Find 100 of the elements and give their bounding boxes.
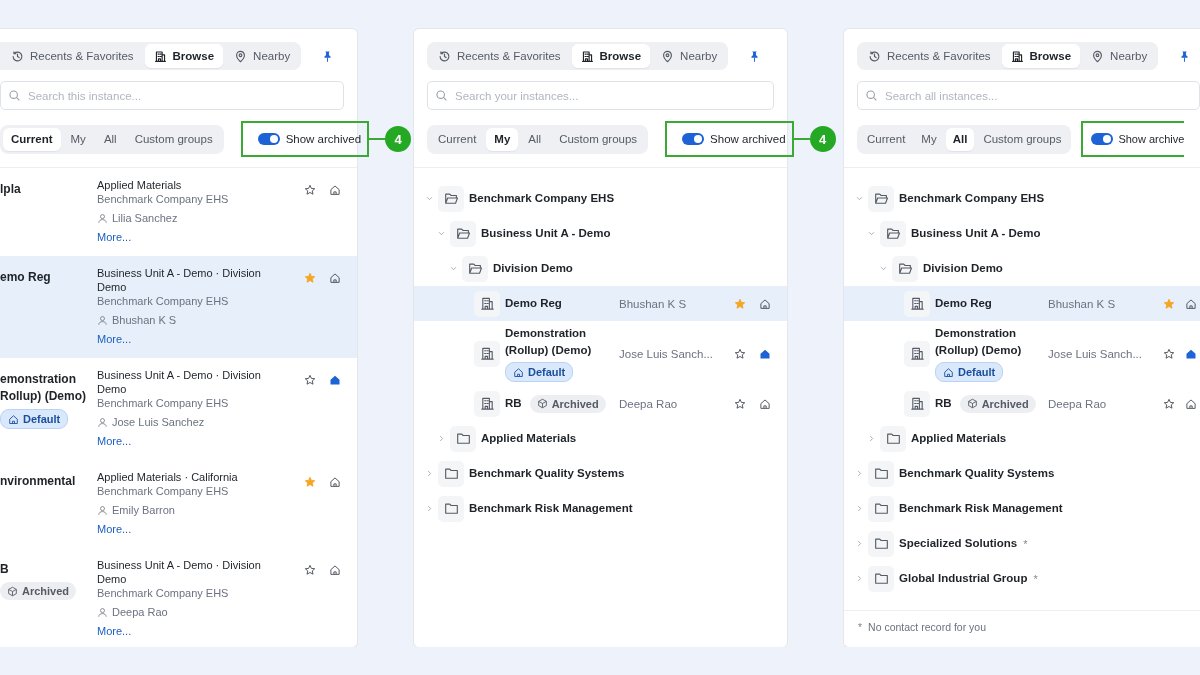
scope-option[interactable]: Current: [860, 127, 913, 151]
house-icon[interactable]: [759, 397, 771, 410]
star-icon[interactable]: [304, 272, 316, 284]
tree-row[interactable]: Business Unit A - Demo: [844, 216, 1200, 251]
site-path: Applied Materials · California: [97, 470, 239, 484]
scope-option[interactable]: All: [520, 127, 550, 151]
tab[interactable]: Browse: [144, 44, 224, 68]
tree-row[interactable]: Benchmark Risk Management: [414, 491, 787, 526]
more-link[interactable]: More...: [97, 522, 132, 536]
tree-row[interactable]: Specialized Solutions *: [844, 526, 1200, 561]
tree-item-name: Benchmark Risk Management: [469, 501, 633, 516]
toggle-switch[interactable]: [1091, 133, 1114, 145]
tree-item-name: RB: [935, 396, 952, 411]
tab[interactable]: Nearby: [225, 44, 300, 68]
house-icon[interactable]: [759, 297, 771, 310]
tree-item-name: Benchmark Quality Systems: [899, 466, 1055, 481]
toggle-switch[interactable]: [257, 133, 280, 145]
house-icon[interactable]: [329, 184, 341, 196]
contact-name: Jose Luis Sanchez: [112, 415, 205, 429]
tree-row[interactable]: Applied Materials: [844, 421, 1200, 456]
toggle-switch[interactable]: [682, 133, 705, 145]
search-icon: [865, 89, 878, 102]
search-field[interactable]: Search this instance...: [0, 81, 344, 110]
folder-icon: [868, 565, 894, 592]
open-folder-icon: [438, 185, 464, 212]
footnote-mark: *: [858, 621, 863, 633]
more-link[interactable]: More...: [97, 624, 132, 638]
tree-row[interactable]: Demonstration (Rollup) (Demo) Default Jose Luis Sanch...: [844, 321, 1200, 386]
tree-row[interactable]: Benchmark Quality Systems: [414, 456, 787, 491]
scope-option[interactable]: All: [945, 127, 975, 151]
tree-row[interactable]: Benchmark Company EHS: [414, 181, 787, 216]
tree-row[interactable]: Business Unit A - Demo: [414, 216, 787, 251]
scope-option[interactable]: Current: [3, 127, 61, 151]
search-icon: [435, 89, 448, 102]
star-icon[interactable]: [1163, 297, 1175, 310]
search-field[interactable]: Search all instances...: [857, 81, 1200, 110]
tree-row[interactable]: Division Demo: [414, 251, 787, 286]
list-row[interactable]: emo Reg Business Unit A - Demo · Division Demo Benchmark Company EHS Bhushan K S More...: [0, 256, 357, 358]
star-icon[interactable]: [734, 347, 746, 360]
tree-row[interactable]: RB Archived Deepa Rao: [844, 386, 1200, 421]
badge-label: Archived: [22, 585, 70, 597]
tab[interactable]: Recents & Favorites: [429, 44, 570, 68]
tree-row[interactable]: Demo Reg Bhushan K S: [844, 286, 1200, 321]
search-field[interactable]: Search your instances...: [427, 81, 774, 110]
tree-row[interactable]: Benchmark Company EHS: [844, 181, 1200, 216]
tree-row[interactable]: RB Archived Deepa Rao: [414, 386, 787, 421]
scope-option[interactable]: Current: [430, 127, 485, 151]
tree-item-name: Benchmark Company EHS: [899, 191, 1045, 206]
site-path: Business Unit A - Demo · Division Demo: [97, 558, 262, 586]
tree-row[interactable]: Benchmark Quality Systems: [844, 456, 1200, 491]
scope-option[interactable]: Custom groups: [551, 127, 646, 151]
house-icon[interactable]: [329, 564, 341, 576]
tab[interactable]: Recents & Favorites: [2, 44, 143, 68]
tree-row[interactable]: Division Demo: [844, 251, 1200, 286]
tab[interactable]: Nearby: [652, 44, 727, 68]
tree-row[interactable]: Global Industrial Group *: [844, 561, 1200, 596]
badge-label: Default: [958, 366, 996, 378]
tree-row[interactable]: Demonstration (Rollup) (Demo) Default Jose Luis Sanch...: [414, 321, 787, 386]
star-icon[interactable]: [734, 397, 746, 410]
more-link[interactable]: More...: [97, 332, 132, 346]
site-path: Applied Materials: [97, 178, 183, 192]
scope-option[interactable]: Custom groups: [126, 127, 221, 151]
house-icon[interactable]: [1185, 397, 1197, 410]
house-icon[interactable]: [759, 347, 771, 360]
house-icon[interactable]: [1185, 297, 1197, 310]
badge-label: Default: [23, 413, 61, 425]
more-link[interactable]: More...: [97, 434, 132, 448]
star-icon[interactable]: [304, 374, 316, 386]
building-icon: [904, 290, 930, 317]
scope-option[interactable]: All: [95, 127, 125, 151]
scope-option[interactable]: My: [914, 127, 944, 151]
star-icon[interactable]: [1163, 347, 1175, 360]
tree-row[interactable]: Applied Materials: [414, 421, 787, 456]
list-row[interactable]: B Archived Business Unit A - Demo · Division Demo Benchmark Company EHS Deepa Rao More...: [0, 548, 357, 647]
tab[interactable]: Browse: [571, 44, 651, 68]
list-row[interactable]: lpla Applied Materials Benchmark Company EHS Lilia Sanchez More...: [0, 168, 357, 256]
house-icon[interactable]: [1185, 347, 1197, 360]
star-icon[interactable]: [304, 476, 316, 488]
house-icon[interactable]: [329, 272, 341, 284]
tab[interactable]: Recents & Favorites: [859, 44, 1000, 68]
tree-row[interactable]: Demo Reg Bhushan K S: [414, 286, 787, 321]
scope-option[interactable]: Custom groups: [976, 127, 1069, 151]
badge-label: Archived: [981, 397, 1029, 410]
tab[interactable]: Nearby: [1082, 44, 1157, 68]
box-icon: [7, 585, 18, 597]
house-icon[interactable]: [329, 476, 341, 488]
site-path: Business Unit A - Demo · Division Demo: [97, 266, 262, 294]
star-icon[interactable]: [304, 184, 316, 196]
more-link[interactable]: More...: [97, 230, 132, 244]
star-icon[interactable]: [734, 297, 746, 310]
list-row[interactable]: nvironmental Applied Materials · California Benchmark Company EHS Emily Barron More...: [0, 460, 357, 548]
house-icon[interactable]: [329, 374, 341, 386]
tab[interactable]: Browse: [1001, 44, 1081, 68]
scope-option[interactable]: My: [62, 127, 94, 151]
scope-option[interactable]: My: [486, 127, 519, 151]
star-icon[interactable]: [1163, 397, 1175, 410]
star-icon[interactable]: [304, 564, 316, 576]
tree-item-name: Division Demo: [923, 261, 1003, 276]
tree-row[interactable]: Benchmark Risk Management: [844, 491, 1200, 526]
box-icon: [966, 398, 978, 409]
